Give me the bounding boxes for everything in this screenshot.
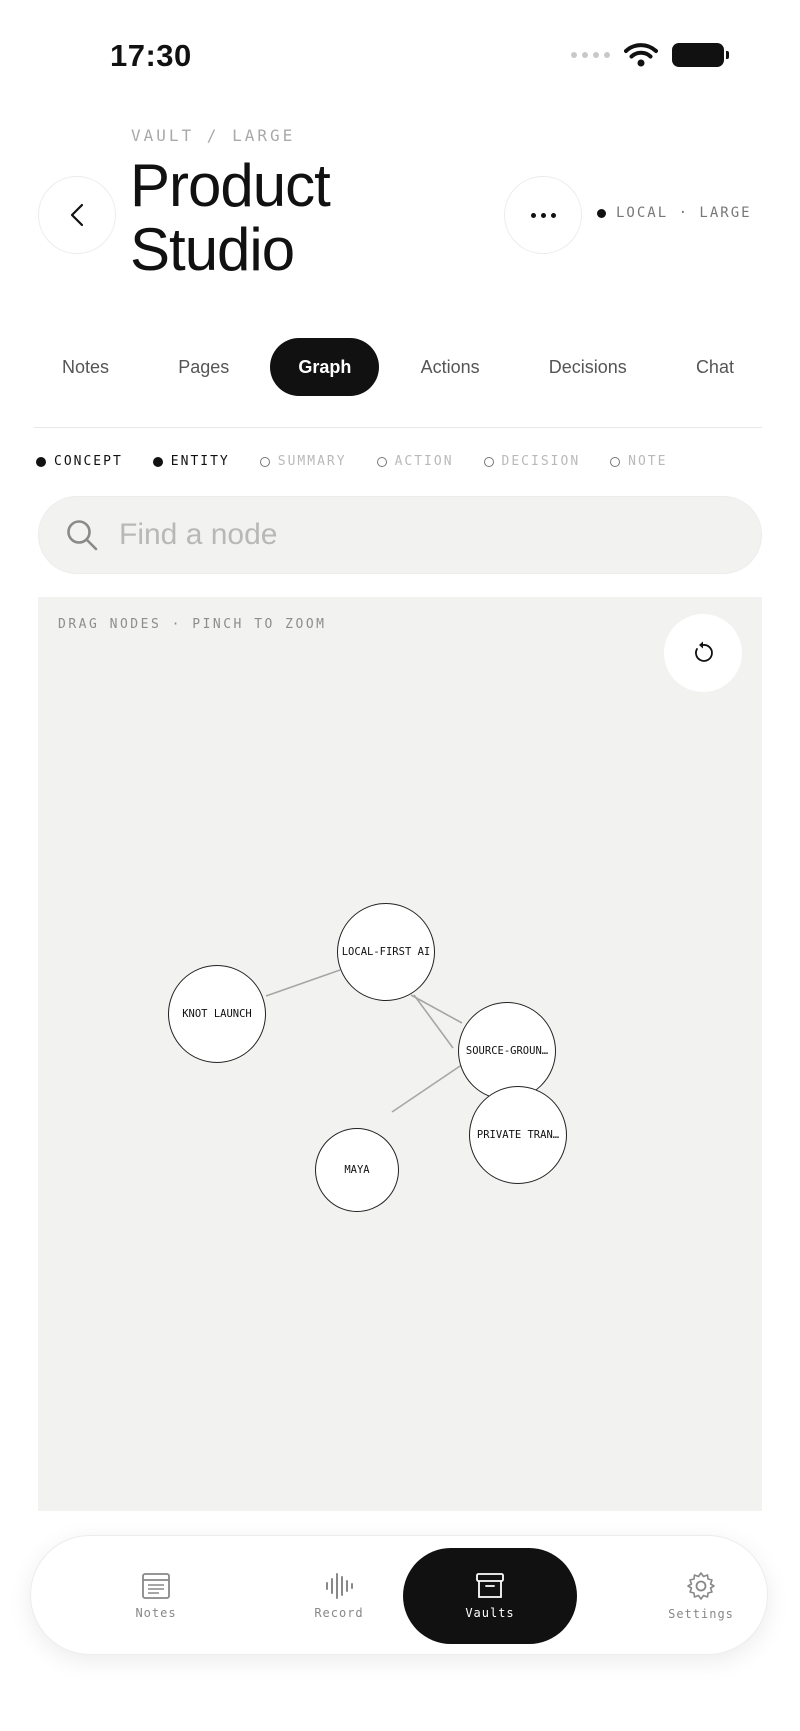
graph-node-knot-launch[interactable]: KNOT LAUNCH (168, 965, 266, 1063)
nav-notes[interactable]: Notes (91, 1536, 221, 1656)
storage-badge-label: LOCAL · LARGE (616, 205, 752, 221)
search-input[interactable] (119, 518, 679, 552)
archive-box-icon (476, 1573, 504, 1598)
hollow-dot-icon (259, 456, 270, 467)
notes-icon (142, 1573, 170, 1599)
filter-concept[interactable]: CONCEPT (36, 454, 123, 469)
wifi-icon (624, 43, 658, 67)
graph-node-source-grounded[interactable]: SOURCE-GROUN… (458, 1002, 556, 1100)
filter-label: ENTITY (170, 454, 230, 469)
tab-decisions[interactable]: Decisions (521, 338, 655, 396)
node-type-filter: CONCEPT ENTITY SUMMARY ACTION DECISION N… (36, 454, 697, 469)
tab-actions[interactable]: Actions (393, 338, 508, 396)
filled-dot-icon (152, 456, 163, 467)
filter-label: CONCEPT (54, 454, 123, 469)
filled-dot-icon (36, 456, 46, 467)
filter-label: NOTE (628, 454, 668, 469)
ellipsis-icon (530, 212, 556, 218)
hollow-dot-icon (483, 456, 494, 467)
status-time: 17:30 (110, 38, 192, 73)
filter-label: ACTION (394, 454, 454, 469)
tab-pages[interactable]: Pages (150, 338, 257, 396)
filter-summary[interactable]: SUMMARY (259, 454, 347, 469)
filter-note[interactable]: NOTE (610, 454, 667, 469)
nav-settings[interactable]: Settings (636, 1536, 766, 1656)
nav-label: Record (314, 1606, 364, 1620)
back-button[interactable] (38, 176, 116, 254)
page-title: Product Studio (130, 152, 331, 283)
more-options-button[interactable] (504, 176, 582, 254)
tab-chat[interactable]: Chat (668, 338, 762, 396)
search-bar (38, 496, 762, 574)
graph-edge (391, 1061, 467, 1113)
tab-notes[interactable]: Notes (34, 338, 137, 396)
breadcrumb: VAULT / LARGE (131, 126, 296, 145)
gear-icon (687, 1572, 715, 1600)
nav-label: Vaults (465, 1606, 515, 1620)
status-indicators (571, 42, 729, 68)
search-icon (67, 520, 98, 551)
nav-vaults[interactable]: Vaults (403, 1548, 577, 1644)
divider (34, 427, 762, 428)
graph-canvas[interactable]: DRAG NODES · PINCH TO ZOOM LOCAL-FIRST A… (38, 597, 762, 1511)
nav-label: Notes (135, 1606, 177, 1620)
graph-edges (265, 969, 467, 1113)
battery-icon (672, 43, 729, 67)
graph-node-private-transcription[interactable]: PRIVATE TRAN… (469, 1086, 567, 1184)
filter-entity[interactable]: ENTITY (152, 454, 230, 469)
status-dot-icon (597, 208, 606, 218)
bottom-navigation: Notes Record Vaults Settings (30, 1535, 768, 1655)
graph-node-local-first-ai[interactable]: LOCAL-FIRST AI (337, 903, 435, 1001)
filter-decision[interactable]: DECISION (483, 454, 581, 469)
cellular-signal-icon (571, 52, 610, 58)
filter-label: SUMMARY (277, 454, 347, 469)
nav-record[interactable]: Record (274, 1536, 404, 1656)
graph-edge (410, 994, 463, 1024)
hollow-dot-icon (610, 456, 621, 467)
storage-badge: LOCAL · LARGE (597, 205, 752, 221)
waveform-icon (326, 1573, 353, 1599)
tab-graph[interactable]: Graph (270, 338, 380, 396)
hollow-dot-icon (376, 456, 387, 467)
filter-action[interactable]: ACTION (376, 454, 454, 469)
nav-label: Settings (668, 1607, 734, 1621)
graph-edge (265, 969, 341, 997)
tab-bar: Notes Pages Graph Actions Decisions Chat (34, 338, 762, 396)
graph-node-maya[interactable]: MAYA (315, 1128, 399, 1212)
filter-label: DECISION (501, 454, 581, 469)
chevron-left-icon (70, 203, 84, 227)
graph-edge (413, 994, 454, 1049)
